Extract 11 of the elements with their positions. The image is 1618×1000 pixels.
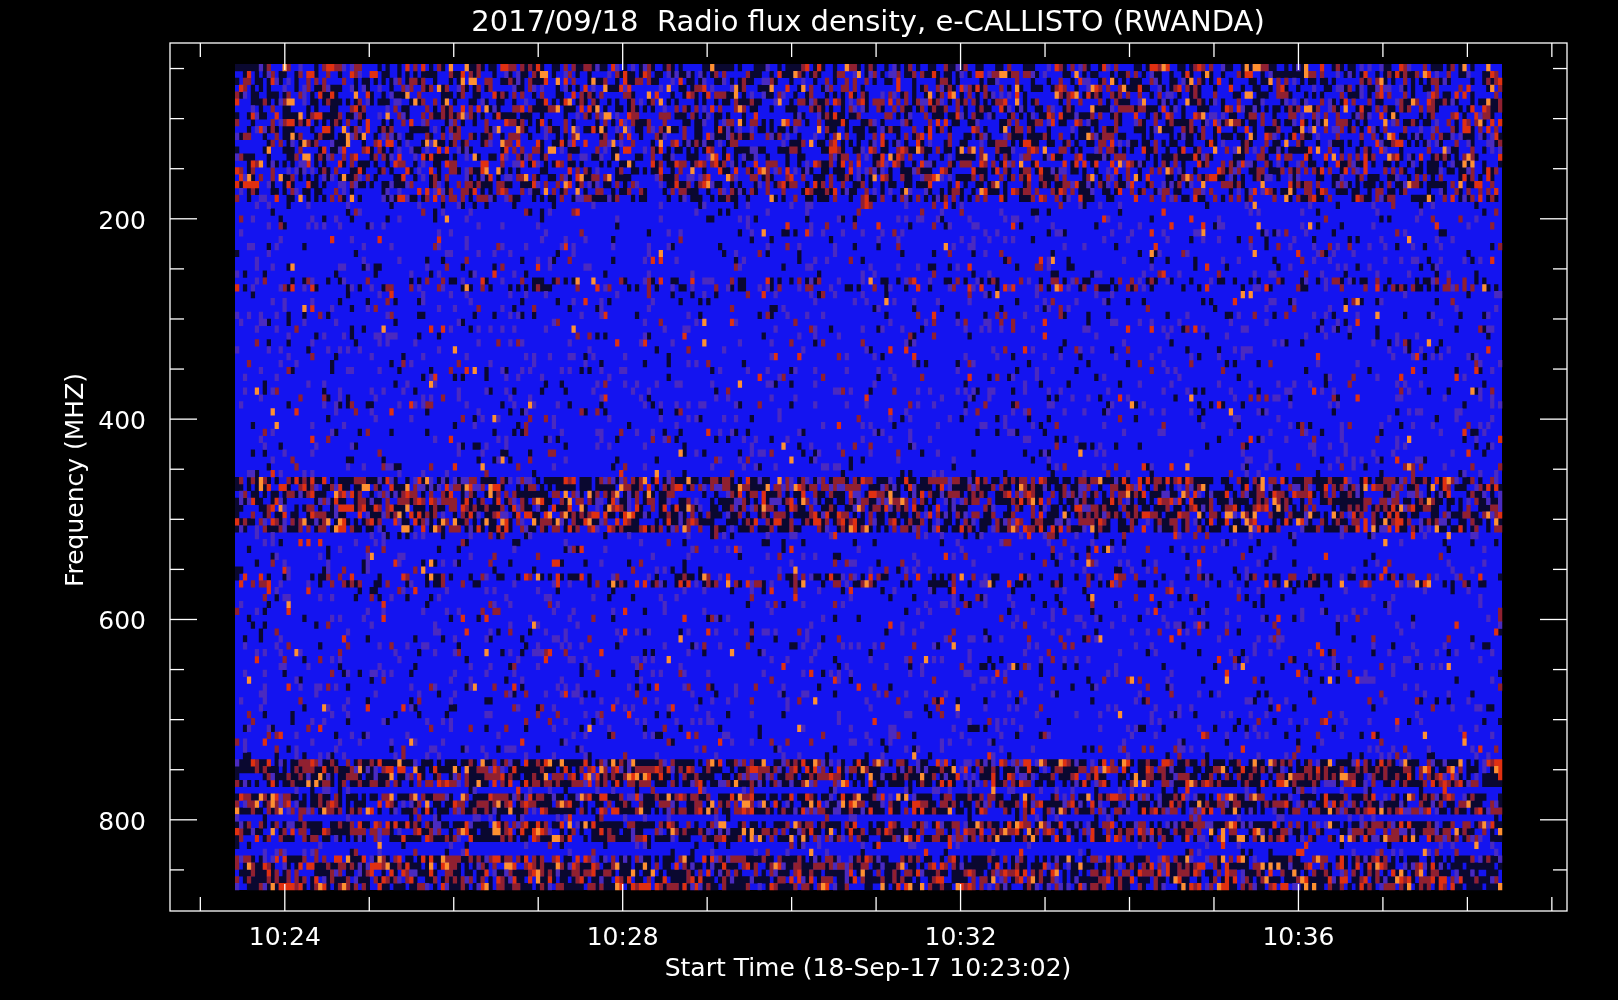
y-tick-label: 200 (98, 205, 146, 235)
x-tick-label: 10:36 (1262, 922, 1335, 951)
x-axis-label: Start Time (18-Sep-17 10:23:02) (664, 953, 1072, 982)
y-tick-label: 400 (98, 406, 146, 436)
x-tick-label: 10:32 (924, 922, 997, 951)
x-tick-label: 10:24 (248, 922, 321, 951)
y-tick-label: 600 (98, 606, 146, 636)
y-axis-label: Frequency (MHZ) (60, 372, 89, 588)
x-tick-label: 10:28 (586, 922, 659, 951)
y-tick-label: 800 (98, 806, 146, 836)
plot-title: 2017/09/18 Radio flux density, e-CALLISTO (RWANDA) (471, 4, 1265, 38)
